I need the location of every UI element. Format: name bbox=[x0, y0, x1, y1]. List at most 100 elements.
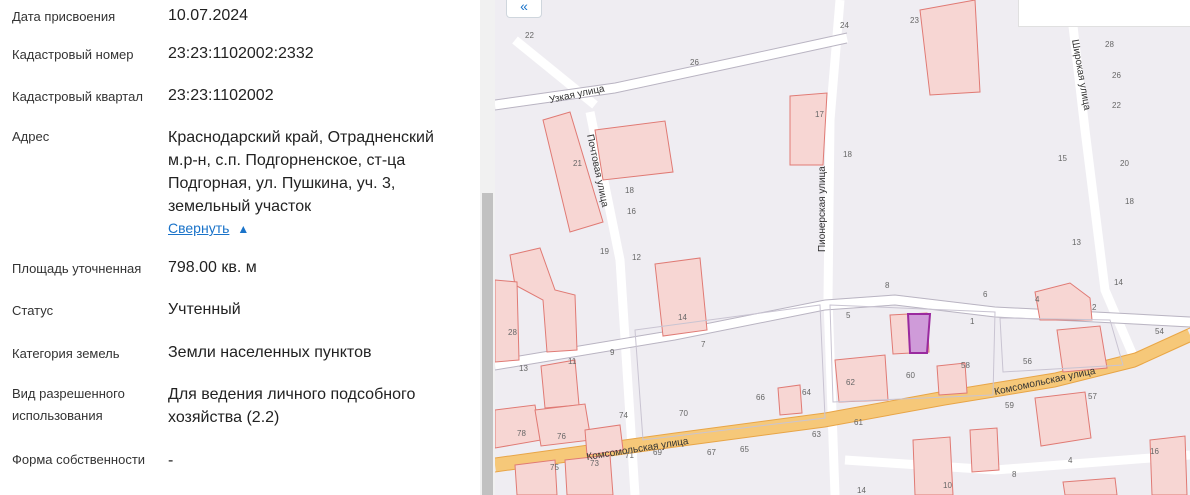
parcel-number: 71 bbox=[625, 451, 634, 460]
parcel-number: 58 bbox=[961, 361, 970, 370]
parcel-number: 61 bbox=[854, 418, 863, 427]
cadastral-map[interactable]: Узкая улица Почтовая улица Пионерская ул… bbox=[495, 0, 1190, 495]
parcel-number: 18 bbox=[843, 150, 852, 159]
field-label: Дата присвоения bbox=[12, 9, 116, 24]
parcel-number: 9 bbox=[610, 348, 615, 357]
collapse-label: Свернуть bbox=[168, 220, 230, 236]
parcel-number: 26 bbox=[690, 58, 699, 67]
map-canvas[interactable]: Узкая улица Почтовая улица Пионерская ул… bbox=[495, 0, 1190, 495]
parcel-number: 18 bbox=[625, 186, 634, 195]
parcel bbox=[777, 384, 803, 416]
field-value: 23:23:1102002 bbox=[168, 87, 274, 104]
parcel-number: 10 bbox=[943, 481, 952, 490]
chevron-up-icon: ▲ bbox=[237, 222, 250, 236]
parcel-number: 78 bbox=[517, 429, 526, 438]
field-label: Площадь уточненная bbox=[12, 261, 142, 276]
scrollbar-thumb[interactable] bbox=[482, 193, 493, 495]
parcel-number: 76 bbox=[557, 432, 566, 441]
parcel bbox=[969, 427, 1000, 473]
parcel-number: 70 bbox=[679, 409, 688, 418]
field-value: Для ведения личного подсобного хозяйства… bbox=[168, 386, 416, 426]
parcel bbox=[495, 279, 520, 363]
field-label: Статус bbox=[12, 303, 54, 318]
parcel-number: 1 bbox=[970, 317, 975, 326]
parcel-number: 66 bbox=[756, 393, 765, 402]
field-label: Форма собственности bbox=[12, 452, 146, 467]
map-overlay-box[interactable] bbox=[1018, 0, 1190, 27]
parcel-number: 17 bbox=[815, 110, 824, 119]
field-label: Кадастровый номер bbox=[12, 47, 134, 62]
parcel-number: 7 bbox=[701, 340, 706, 349]
road-south bbox=[844, 450, 1190, 475]
parcel-number: 6 bbox=[983, 290, 988, 299]
parcel-number: 56 bbox=[1023, 357, 1032, 366]
parcel-number: 14 bbox=[678, 313, 687, 322]
parcel-number: 12 bbox=[632, 253, 641, 262]
double-chevron-left-icon: « bbox=[520, 0, 528, 14]
parcel-number: 8 bbox=[1012, 470, 1017, 479]
field-value: Земли населенных пунктов bbox=[168, 344, 372, 361]
parcel bbox=[1149, 435, 1188, 495]
selected-parcel[interactable] bbox=[906, 313, 932, 354]
parcel bbox=[1056, 325, 1108, 373]
parcel bbox=[789, 92, 828, 166]
parcel-number: 74 bbox=[619, 411, 628, 420]
street-label: Широкая улица bbox=[1069, 39, 1092, 112]
parcel bbox=[1062, 477, 1118, 495]
parcel-number: 16 bbox=[627, 207, 636, 216]
parcel-number: 69 bbox=[653, 448, 662, 457]
expand-panel-button[interactable]: « bbox=[506, 0, 542, 18]
field-value: Краснодарский край, Отрадненский м.р-н, … bbox=[168, 129, 434, 215]
parcel-number: 22 bbox=[1112, 101, 1121, 110]
parcel-number: 28 bbox=[1105, 40, 1114, 49]
parcel-number: 73 bbox=[590, 459, 599, 468]
parcel-number: 54 bbox=[1155, 327, 1164, 336]
parcel-number: 24 bbox=[840, 21, 849, 30]
parcel bbox=[540, 359, 580, 409]
parcel-number: 60 bbox=[906, 371, 915, 380]
collapse-link[interactable]: Свернуть ▲ bbox=[168, 220, 249, 236]
parcel bbox=[834, 354, 889, 403]
parcel bbox=[495, 404, 542, 449]
parcel-number: 62 bbox=[846, 378, 855, 387]
field-value: 23:23:1102002:2332 bbox=[168, 45, 314, 62]
parcel-number: 4 bbox=[1068, 456, 1073, 465]
parcel-number: 2 bbox=[1092, 303, 1097, 312]
parcel-number: 59 bbox=[1005, 401, 1014, 410]
parcel-number: 13 bbox=[519, 364, 528, 373]
info-panel: Дата присвоения 10.07.2024 Кадастровый н… bbox=[0, 0, 480, 495]
parcel-number: 18 bbox=[1125, 197, 1134, 206]
parcel-number: 4 bbox=[1035, 295, 1040, 304]
parcel-number: 22 bbox=[525, 31, 534, 40]
field-label: Вид разрешенного использования bbox=[12, 386, 125, 423]
parcel bbox=[654, 257, 708, 337]
field-value: 798.00 кв. м bbox=[168, 259, 257, 276]
parcel-number: 63 bbox=[812, 430, 821, 439]
parcel-number: 21 bbox=[573, 159, 582, 168]
parcel bbox=[509, 247, 578, 353]
parcel-number: 16 bbox=[1150, 447, 1159, 456]
parcel-number: 28 bbox=[508, 328, 517, 337]
field-label: Кадастровый квартал bbox=[12, 89, 143, 104]
field-value: - bbox=[168, 452, 174, 469]
field-value: Учтенный bbox=[168, 301, 241, 318]
parcel-number: 57 bbox=[1088, 392, 1097, 401]
street-label: Пионерская улица bbox=[817, 166, 828, 252]
field-label: Категория земель bbox=[12, 346, 120, 361]
parcel-number: 23 bbox=[910, 16, 919, 25]
parcel bbox=[594, 120, 674, 181]
parcel-number: 64 bbox=[802, 388, 811, 397]
parcel-number: 5 bbox=[846, 311, 851, 320]
parcel-number: 26 bbox=[1112, 71, 1121, 80]
parcel bbox=[1034, 282, 1093, 321]
field-label: Адрес bbox=[12, 129, 50, 144]
field-value: 10.07.2024 bbox=[168, 7, 249, 24]
parcel bbox=[919, 0, 981, 96]
parcel-number: 65 bbox=[740, 445, 749, 454]
parcel-number: 14 bbox=[1114, 278, 1123, 287]
parcel-number: 19 bbox=[600, 247, 609, 256]
parcel-number: 15 bbox=[1058, 154, 1067, 163]
parcel-number: 8 bbox=[885, 281, 890, 290]
parcel-number: 14 bbox=[857, 486, 866, 495]
parcel-number: 20 bbox=[1120, 159, 1129, 168]
